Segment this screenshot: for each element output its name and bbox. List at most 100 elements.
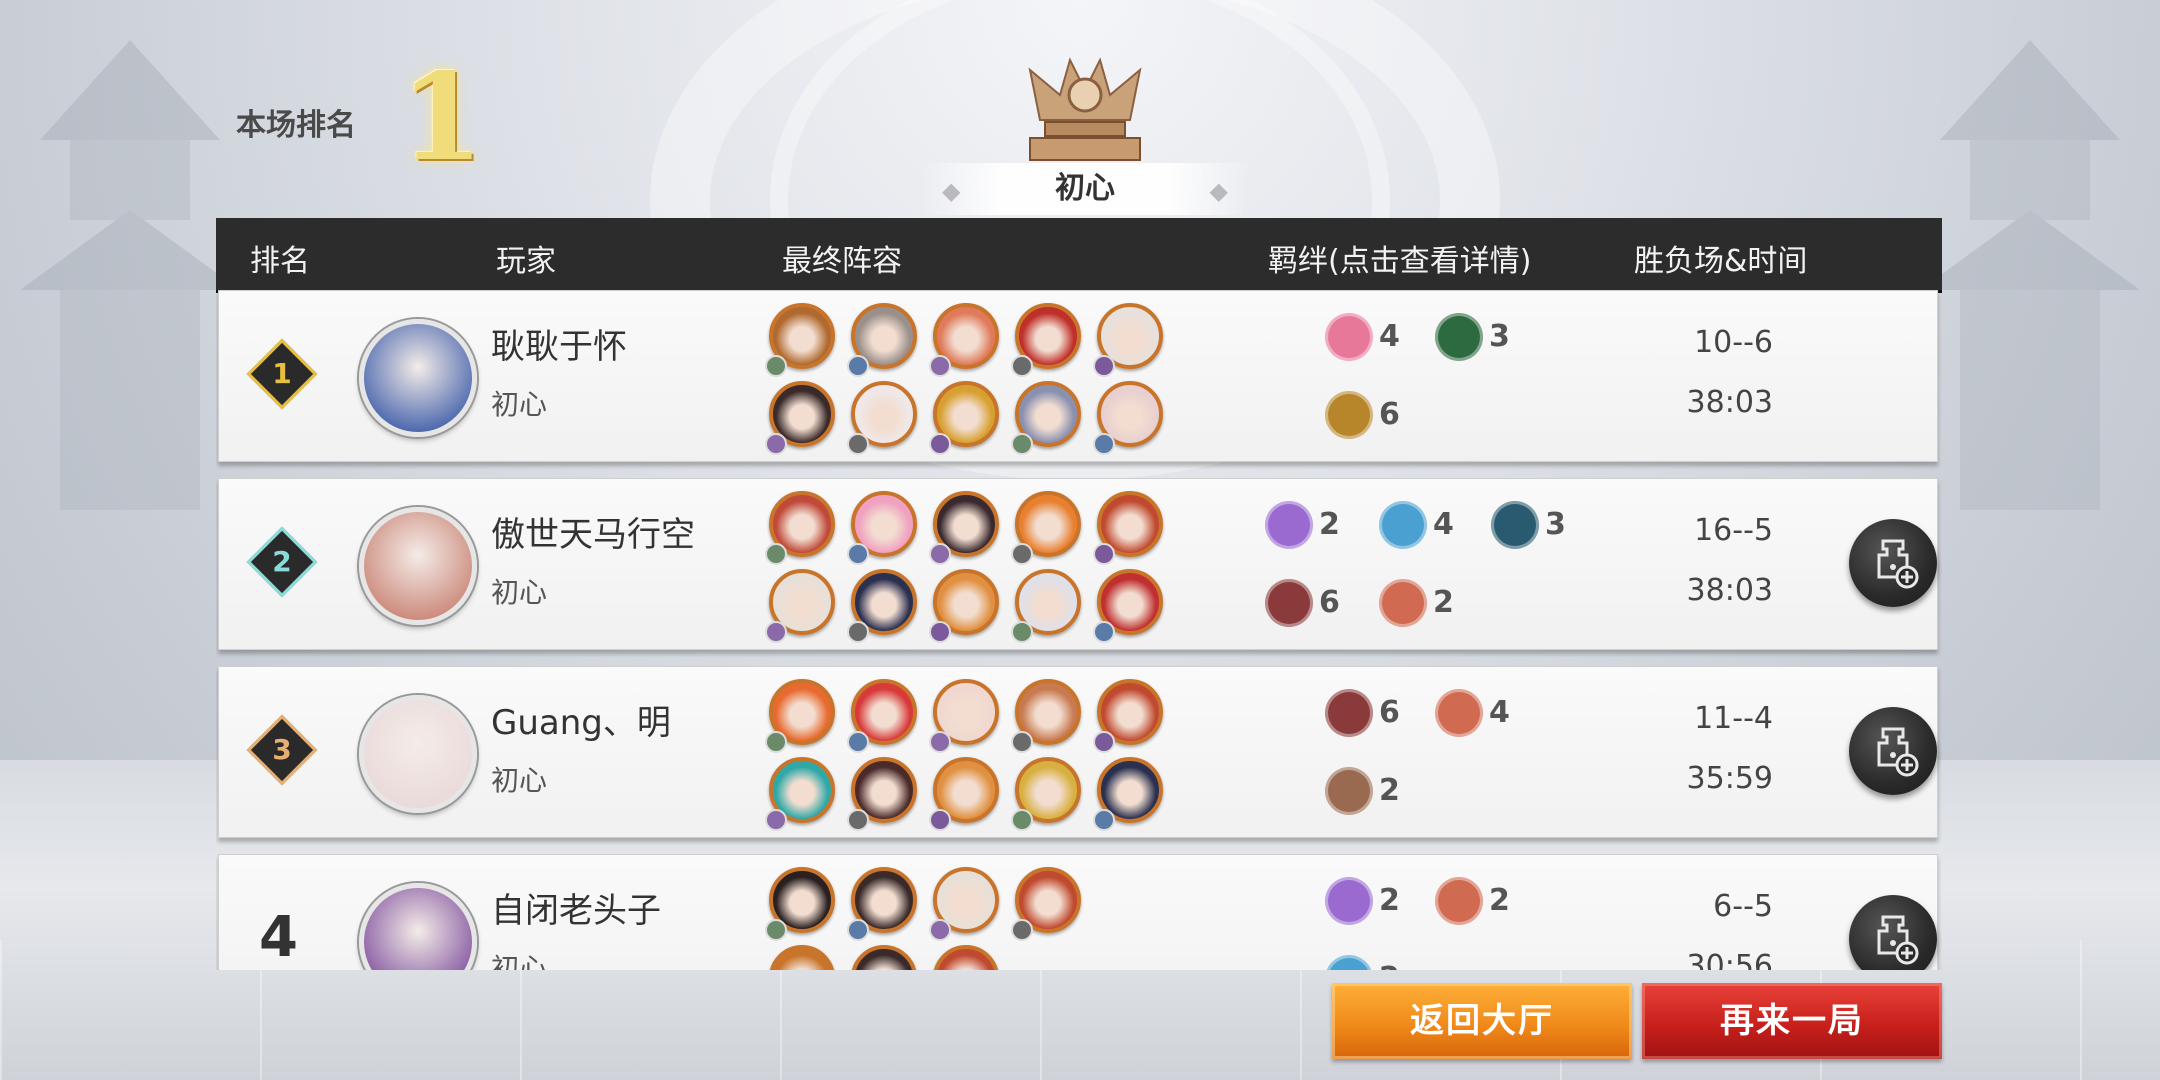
bond-item[interactable]: 3 [1435, 313, 1535, 363]
player-row[interactable]: 1 耿耿于怀 初心 4 3 6 10--6 38:03 [218, 290, 1938, 462]
player-row[interactable]: 3 Guang、明 初心 6 4 2 11--4 35:59 [218, 666, 1938, 838]
hero-class-icon [1011, 621, 1033, 643]
flame-icon [1325, 877, 1373, 925]
bond-item[interactable]: 3 [1491, 501, 1591, 551]
hero-portrait[interactable] [847, 303, 921, 377]
rank-value: 4 [259, 905, 298, 970]
play-again-button[interactable]: 再来一局 [1642, 983, 1942, 1059]
column-record-time: 胜负场&时间 [1634, 244, 1808, 279]
hero-portrait[interactable] [765, 491, 839, 565]
win-loss-record: 11--4 [1694, 701, 1773, 736]
hero-class-icon [765, 433, 787, 455]
hero-portrait[interactable] [851, 945, 921, 970]
add-friend-button[interactable] [1849, 895, 1937, 970]
back-to-lobby-button[interactable]: 返回大厅 [1332, 983, 1632, 1059]
back-to-lobby-label: 返回大厅 [1410, 1001, 1554, 1041]
hero-portrait[interactable] [1093, 381, 1167, 455]
maple-icon [1379, 579, 1427, 627]
hero-portrait[interactable] [929, 303, 1003, 377]
hero-portrait[interactable] [1011, 491, 1085, 565]
hero-portrait[interactable] [765, 757, 839, 831]
hero-class-icon [765, 355, 787, 377]
hero-portrait[interactable] [1093, 757, 1167, 831]
bond-count: 4 [1433, 507, 1454, 542]
hero-class-icon [1011, 731, 1033, 753]
hero-portrait[interactable] [1093, 303, 1167, 377]
hero-class-icon [847, 731, 869, 753]
hero-class-icon [765, 543, 787, 565]
win-loss-record: 16--5 [1694, 513, 1773, 548]
hero-portrait[interactable] [1093, 491, 1167, 565]
hero-portrait[interactable] [1093, 679, 1167, 753]
hero-portrait[interactable] [765, 867, 839, 941]
bond-item[interactable]: 2 [1325, 877, 1425, 927]
add-friend-button[interactable] [1849, 519, 1937, 607]
hero-portrait[interactable] [769, 945, 839, 970]
hero-portrait[interactable] [847, 569, 921, 643]
hero-portrait[interactable] [933, 945, 1003, 970]
hero-portrait[interactable] [847, 381, 921, 455]
hero-portrait[interactable] [847, 757, 921, 831]
bond-item[interactable]: 2 [1325, 955, 1425, 970]
hero-portrait[interactable] [929, 679, 1003, 753]
mode-title-banner: ◆ 初心 ◆ [920, 163, 1250, 215]
hero-portrait[interactable] [929, 381, 1003, 455]
match-time: 38:03 [1686, 385, 1773, 420]
bond-item[interactable]: 2 [1325, 767, 1425, 817]
hero-class-icon [847, 543, 869, 565]
hero-portrait[interactable] [929, 757, 1003, 831]
hero-portrait[interactable] [765, 303, 839, 377]
hero-class-icon [929, 809, 951, 831]
bond-item[interactable]: 4 [1435, 689, 1535, 739]
hero-portrait[interactable] [929, 569, 1003, 643]
hero-portrait[interactable] [847, 491, 921, 565]
hero-portrait[interactable] [929, 867, 1003, 941]
hero-class-icon [1093, 433, 1115, 455]
hero-class-icon [1011, 355, 1033, 377]
mask-icon [1325, 767, 1373, 815]
diamond-decoration-icon: ◆ [942, 177, 961, 205]
player-tier: 初心 [491, 388, 548, 421]
hero-portrait[interactable] [1011, 679, 1085, 753]
player-avatar[interactable] [359, 507, 477, 625]
hero-portrait[interactable] [1011, 867, 1085, 941]
rank-badge: 2 [246, 526, 318, 598]
bond-item[interactable]: 6 [1265, 579, 1365, 629]
hero-portrait[interactable] [1011, 569, 1085, 643]
hero-class-icon [847, 355, 869, 377]
ranking-list[interactable]: 1 耿耿于怀 初心 4 3 6 10--6 38:03 2 傲世天马行空 初心 2 4 3 6 2 16--5 3… [216, 290, 1942, 970]
hero-portrait[interactable] [765, 381, 839, 455]
hero-portrait[interactable] [765, 679, 839, 753]
hero-portrait[interactable] [929, 491, 1003, 565]
player-avatar[interactable] [359, 883, 477, 970]
bond-item[interactable]: 6 [1325, 391, 1425, 441]
hero-portrait[interactable] [1011, 757, 1085, 831]
hero-portrait[interactable] [1093, 569, 1167, 643]
paw-icon [1325, 313, 1373, 361]
bond-item[interactable]: 2 [1435, 877, 1535, 927]
rank-value: 1 [272, 357, 292, 390]
bond-count: 6 [1319, 585, 1340, 620]
bond-item[interactable]: 4 [1325, 313, 1425, 363]
player-row[interactable]: 2 傲世天马行空 初心 2 4 3 6 2 16--5 38:03 [218, 478, 1938, 650]
bond-item[interactable]: 2 [1265, 501, 1365, 551]
hero-portrait[interactable] [765, 569, 839, 643]
rank-badge: 3 [246, 714, 318, 786]
bond-item[interactable]: 6 [1325, 689, 1425, 739]
add-friend-button[interactable] [1849, 707, 1937, 795]
player-name: 自闭老头子 [491, 891, 661, 931]
player-avatar[interactable] [359, 319, 477, 437]
bond-count: 6 [1379, 397, 1400, 432]
hero-portrait[interactable] [847, 679, 921, 753]
bond-count: 2 [1489, 883, 1510, 918]
add-friend-icon [1877, 915, 1919, 965]
player-row[interactable]: 4 自闭老头子初心 2 2 2 6--5 30:56 [218, 854, 1938, 970]
bond-item[interactable]: 2 [1379, 579, 1479, 629]
bond-item[interactable]: 4 [1379, 501, 1479, 551]
hero-portrait[interactable] [1011, 381, 1085, 455]
hero-portrait[interactable] [847, 867, 921, 941]
maple-icon [1435, 689, 1483, 737]
feather-icon [1435, 313, 1483, 361]
player-avatar[interactable] [359, 695, 477, 813]
hero-portrait[interactable] [1011, 303, 1085, 377]
